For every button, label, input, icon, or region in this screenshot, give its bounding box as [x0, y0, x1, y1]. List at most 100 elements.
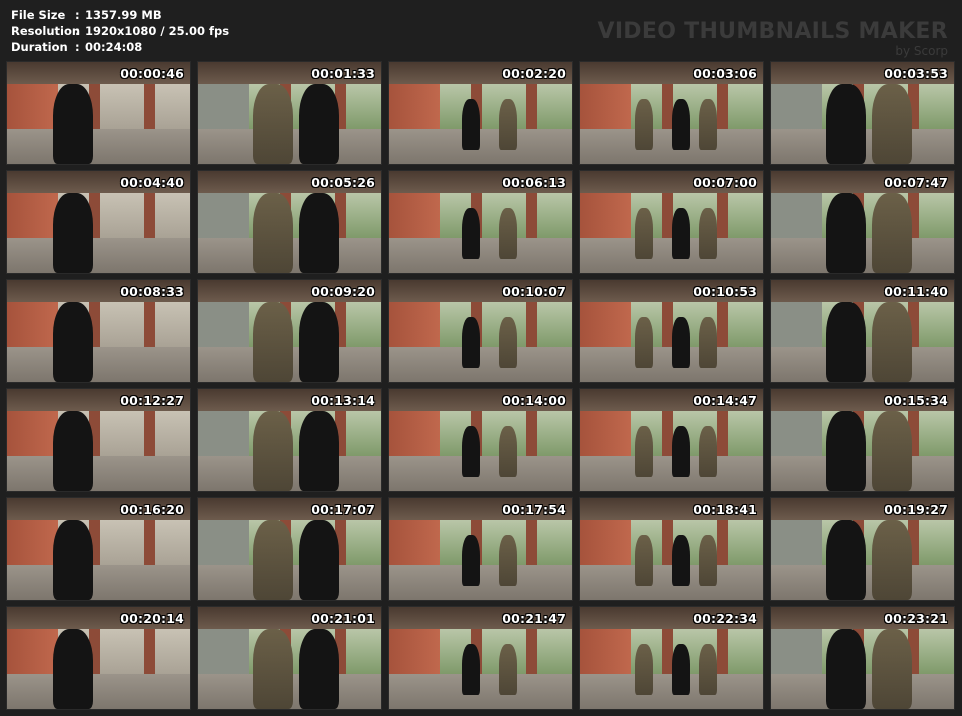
person-figure [871, 411, 912, 491]
video-thumbnail: 00:10:53 [579, 279, 764, 383]
video-thumbnail: 00:22:34 [579, 606, 764, 710]
person-figure [462, 207, 481, 259]
person-figure [298, 629, 339, 709]
duration-row: Duration : 00:24:08 [11, 39, 229, 55]
thumbnail-timestamp: 00:06:13 [502, 175, 566, 190]
person-figure [871, 629, 912, 709]
video-thumbnail: 00:14:47 [579, 388, 764, 492]
person-figure [498, 98, 518, 150]
person-figure [634, 207, 654, 259]
person-figure [698, 207, 718, 259]
thumbnail-timestamp: 00:08:33 [120, 284, 184, 299]
file-size-label: File Size [11, 8, 66, 22]
person-figure [462, 98, 481, 150]
person-figure [52, 193, 93, 273]
person-figure [462, 316, 481, 368]
person-figure [298, 302, 339, 382]
thumbnail-timestamp: 00:12:27 [120, 393, 184, 408]
person-figure [252, 193, 294, 273]
person-figure [634, 534, 654, 586]
video-thumbnail: 00:01:33 [197, 61, 382, 165]
file-info-panel: File Size : 1357.99 MB Resolution : 1920… [11, 7, 229, 55]
video-thumbnail: 00:16:20 [6, 497, 191, 601]
person-figure [698, 425, 718, 477]
person-figure [671, 643, 690, 695]
person-figure [252, 302, 294, 382]
person-figure [871, 193, 912, 273]
thumbnail-timestamp: 00:11:40 [884, 284, 948, 299]
watermark-logo: VIDEO THUMBNAILS MAKER by Scorp [598, 20, 949, 59]
thumbnail-timestamp: 00:19:27 [884, 502, 948, 517]
person-figure [252, 411, 294, 491]
person-figure [52, 629, 93, 709]
video-thumbnail: 00:11:40 [770, 279, 955, 383]
person-figure [298, 411, 339, 491]
person-figure [698, 534, 718, 586]
person-figure [871, 84, 912, 164]
video-thumbnail: 00:10:07 [388, 279, 573, 383]
thumbnail-timestamp: 00:07:00 [693, 175, 757, 190]
video-thumbnail: 00:07:47 [770, 170, 955, 274]
person-figure [298, 193, 339, 273]
person-figure [634, 316, 654, 368]
thumbnail-timestamp: 00:10:53 [693, 284, 757, 299]
person-figure [698, 98, 718, 150]
thumbnail-timestamp: 00:03:53 [884, 66, 948, 81]
video-thumbnail: 00:19:27 [770, 497, 955, 601]
video-thumbnail: 00:09:20 [197, 279, 382, 383]
person-figure [871, 520, 912, 600]
person-figure [462, 534, 481, 586]
thumbnail-timestamp: 00:21:47 [502, 611, 566, 626]
person-figure [252, 84, 294, 164]
video-thumbnail: 00:03:06 [579, 61, 764, 165]
thumbnail-timestamp: 00:03:06 [693, 66, 757, 81]
video-thumbnail: 00:20:14 [6, 606, 191, 710]
resolution-label: Resolution [11, 24, 81, 38]
thumbnail-timestamp: 00:20:14 [120, 611, 184, 626]
video-thumbnail: 00:14:00 [388, 388, 573, 492]
person-figure [698, 316, 718, 368]
video-thumbnail: 00:05:26 [197, 170, 382, 274]
thumbnail-timestamp: 00:04:40 [120, 175, 184, 190]
video-thumbnail: 00:04:40 [6, 170, 191, 274]
watermark-subtitle: by Scorp [895, 44, 948, 58]
video-thumbnail: 00:02:20 [388, 61, 573, 165]
video-thumbnail: 00:17:07 [197, 497, 382, 601]
duration-label: Duration [11, 40, 68, 54]
video-thumbnail: 00:03:53 [770, 61, 955, 165]
person-figure [462, 643, 481, 695]
person-figure [825, 193, 867, 273]
thumbnail-timestamp: 00:18:41 [693, 502, 757, 517]
person-figure [52, 302, 93, 382]
person-figure [298, 84, 339, 164]
person-figure [671, 207, 690, 259]
video-thumbnail: 00:18:41 [579, 497, 764, 601]
person-figure [498, 425, 518, 477]
video-thumbnail: 00:17:54 [388, 497, 573, 601]
video-thumbnail: 00:06:13 [388, 170, 573, 274]
thumbnail-timestamp: 00:17:07 [311, 502, 375, 517]
thumbnail-timestamp: 00:07:47 [884, 175, 948, 190]
person-figure [698, 643, 718, 695]
person-figure [825, 520, 867, 600]
person-figure [498, 316, 518, 368]
person-figure [671, 425, 690, 477]
thumbnail-timestamp: 00:14:47 [693, 393, 757, 408]
thumbnail-timestamp: 00:13:14 [311, 393, 375, 408]
person-figure [498, 207, 518, 259]
video-thumbnail: 00:00:46 [6, 61, 191, 165]
video-thumbnail: 00:21:47 [388, 606, 573, 710]
resolution-row: Resolution : 1920x1080 / 25.00 fps [11, 23, 229, 39]
thumbnail-timestamp: 00:00:46 [120, 66, 184, 81]
thumbnail-timestamp: 00:10:07 [502, 284, 566, 299]
person-figure [498, 534, 518, 586]
person-figure [252, 520, 294, 600]
video-thumbnail: 00:13:14 [197, 388, 382, 492]
person-figure [671, 98, 690, 150]
person-figure [634, 425, 654, 477]
person-figure [634, 98, 654, 150]
video-thumbnail: 00:23:21 [770, 606, 955, 710]
thumbnail-timestamp: 00:17:54 [502, 502, 566, 517]
person-figure [825, 84, 867, 164]
thumbnail-timestamp: 00:16:20 [120, 502, 184, 517]
